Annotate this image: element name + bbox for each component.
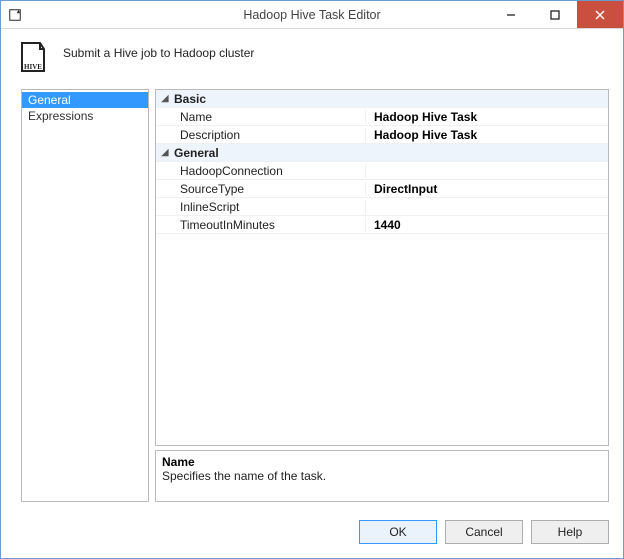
prop-name: Description	[156, 128, 366, 142]
minimize-button[interactable]	[489, 1, 533, 28]
prop-value[interactable]: Hadoop Hive Task	[366, 110, 608, 124]
property-grid[interactable]: ◢ Basic Name Hadoop Hive Task Descriptio…	[155, 89, 609, 446]
body: General Expressions ◢ Basic Name Hadoop …	[1, 89, 623, 502]
prop-name: InlineScript	[156, 200, 366, 214]
svg-text:HIVE: HIVE	[24, 63, 42, 71]
category-general[interactable]: ◢ General	[156, 144, 608, 162]
prop-name: HadoopConnection	[156, 164, 366, 178]
prop-row-description[interactable]: Description Hadoop Hive Task	[156, 126, 608, 144]
prop-value[interactable]: Hadoop Hive Task	[366, 128, 608, 142]
nav-panel: General Expressions	[21, 89, 149, 502]
close-button[interactable]	[577, 1, 623, 28]
prop-row-hadoopconnection[interactable]: HadoopConnection	[156, 162, 608, 180]
hive-icon: HIVE	[15, 39, 51, 75]
prop-name: Name	[156, 110, 366, 124]
prop-value[interactable]: DirectInput	[366, 182, 608, 196]
prop-row-inlinescript[interactable]: InlineScript	[156, 198, 608, 216]
prop-value[interactable]: 1440	[366, 218, 608, 232]
prop-row-name[interactable]: Name Hadoop Hive Task	[156, 108, 608, 126]
category-label: General	[174, 146, 219, 160]
prop-name: TimeoutInMinutes	[156, 218, 366, 232]
ok-button[interactable]: OK	[359, 520, 437, 544]
prop-name: SourceType	[156, 182, 366, 196]
header-subtitle: Submit a Hive job to Hadoop cluster	[63, 46, 254, 60]
collapse-icon[interactable]: ◢	[156, 147, 174, 158]
help-button[interactable]: Help	[531, 520, 609, 544]
collapse-icon[interactable]: ◢	[156, 93, 174, 104]
help-panel: Name Specifies the name of the task.	[155, 450, 609, 502]
nav-item-general[interactable]: General	[22, 92, 148, 108]
maximize-button[interactable]	[533, 1, 577, 28]
titlebar: Hadoop Hive Task Editor	[1, 1, 623, 29]
help-description: Specifies the name of the task.	[162, 469, 602, 483]
main-panel: ◢ Basic Name Hadoop Hive Task Descriptio…	[155, 89, 609, 502]
prop-row-sourcetype[interactable]: SourceType DirectInput	[156, 180, 608, 198]
help-name: Name	[162, 455, 602, 469]
cancel-button[interactable]: Cancel	[445, 520, 523, 544]
window-controls	[489, 1, 623, 28]
window: Hadoop Hive Task Editor HIVE Submit a Hi…	[0, 0, 624, 559]
category-basic[interactable]: ◢ Basic	[156, 90, 608, 108]
nav-item-expressions[interactable]: Expressions	[22, 108, 148, 124]
category-label: Basic	[174, 92, 206, 106]
footer: OK Cancel Help	[1, 502, 623, 558]
prop-row-timeoutinminutes[interactable]: TimeoutInMinutes 1440	[156, 216, 608, 234]
header: HIVE Submit a Hive job to Hadoop cluster	[1, 29, 623, 89]
app-icon	[7, 7, 23, 23]
